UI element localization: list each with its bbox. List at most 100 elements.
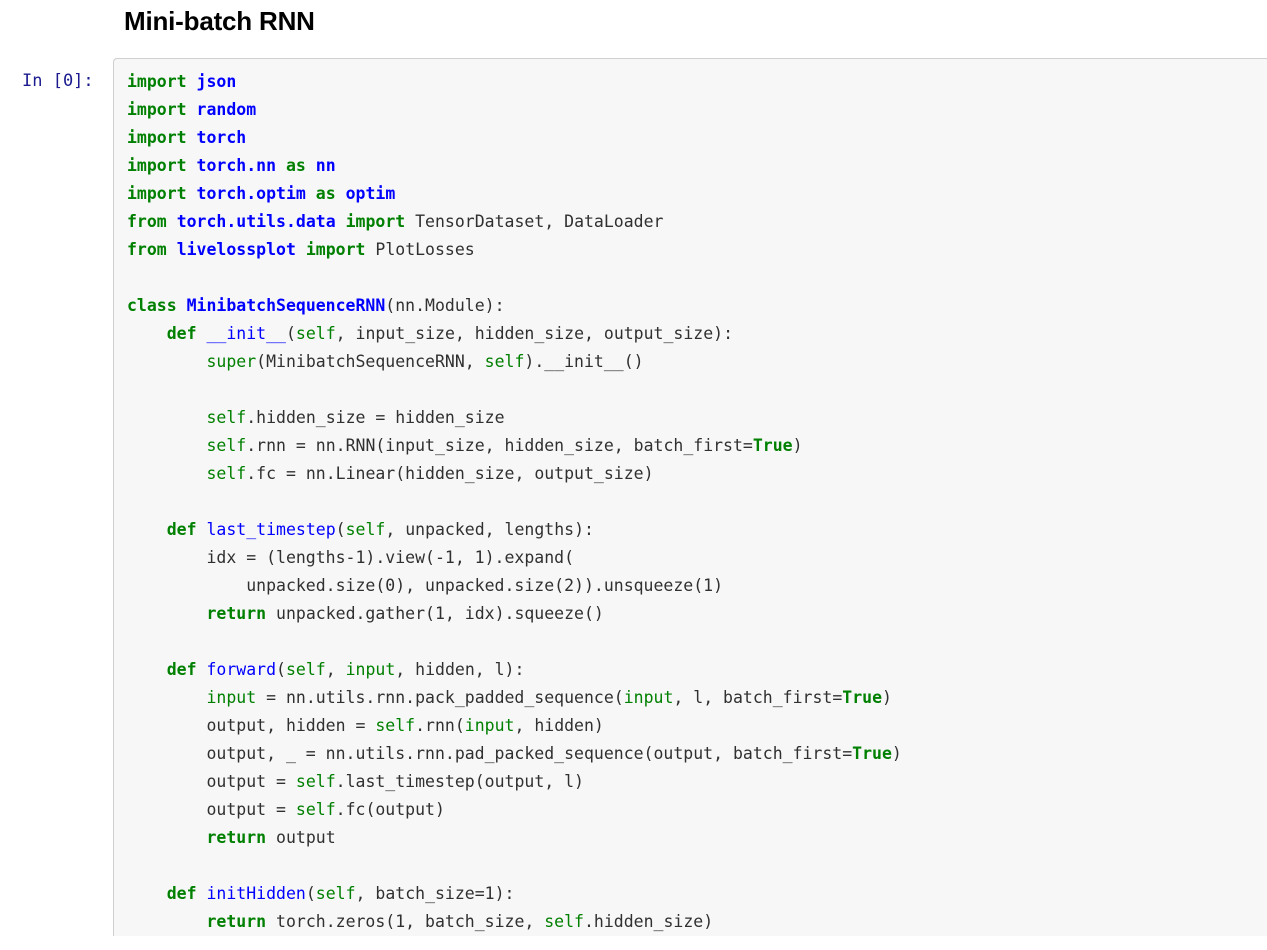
- code-token: import: [127, 184, 187, 203]
- code-editor-area[interactable]: import json import random import torch i…: [113, 58, 1267, 936]
- code-token: as: [285, 156, 306, 175]
- code-token: ): [792, 436, 803, 455]
- code-token: super: [206, 352, 257, 371]
- code-token: import: [345, 212, 406, 231]
- code-token: self: [206, 436, 247, 455]
- code-token: output, _ = nn.utils.rnn.pad_packed_sequ…: [127, 744, 853, 763]
- code-token: .hidden_size): [584, 912, 714, 931]
- code-token: import: [127, 72, 187, 91]
- code-token: unpacked.size(0), unpacked.size(2)).unsq…: [127, 576, 724, 595]
- code-token: from: [127, 240, 167, 259]
- code-token: , hidden, l):: [395, 660, 525, 679]
- code-token: (nn.Module):: [385, 296, 505, 315]
- code-token: , unpacked, lengths):: [385, 520, 594, 539]
- code-token: from: [127, 212, 167, 231]
- code-token: .hidden_size = hidden_size: [246, 408, 505, 427]
- code-token: True: [852, 744, 892, 763]
- code-token: (MinibatchSequenceRNN,: [256, 352, 485, 371]
- notebook-container: Mini-batch RNN In [0]: import json impor…: [0, 0, 1267, 950]
- code-token: self: [315, 884, 356, 903]
- code-token: output =: [127, 772, 296, 791]
- source-code[interactable]: import json import random import torch i…: [114, 68, 1267, 936]
- code-token: torch.utils.data: [176, 212, 336, 231]
- code-token: (: [276, 660, 286, 679]
- code-token: self: [345, 520, 386, 539]
- code-token: input: [345, 660, 396, 679]
- code-token: MinibatchSequenceRNN: [186, 296, 386, 315]
- code-token: self: [206, 408, 247, 427]
- code-token: return: [206, 912, 267, 931]
- code-token: True: [752, 436, 793, 455]
- code-token: PlotLosses: [365, 240, 475, 259]
- code-token: TensorDataset, DataLoader: [405, 212, 664, 231]
- code-token: (: [285, 324, 296, 343]
- code-token: optim: [345, 184, 396, 203]
- code-token: = nn.utils.rnn.pack_padded_sequence(: [256, 688, 624, 707]
- code-token: self: [484, 352, 525, 371]
- code-token: torch.optim: [196, 184, 306, 203]
- markdown-cell[interactable]: Mini-batch RNN: [0, 0, 1267, 37]
- code-token: initHidden: [206, 884, 306, 903]
- code-token: , l, batch_first=: [673, 688, 843, 707]
- code-token: return: [206, 604, 267, 623]
- code-token: idx = (lengths-1).view(-1, 1).expand(: [127, 548, 575, 567]
- code-token: output: [266, 828, 336, 847]
- code-token: import: [127, 100, 187, 119]
- code-token: import: [127, 128, 187, 147]
- code-token: def: [166, 520, 197, 539]
- code-token: ).__init__(): [524, 352, 644, 371]
- code-token: True: [842, 688, 883, 707]
- page-title: Mini-batch RNN: [124, 6, 315, 36]
- code-token: input: [464, 716, 515, 735]
- code-token: input: [206, 688, 257, 707]
- code-token: ): [891, 744, 902, 763]
- code-token: unpacked.gather(1, idx).squeeze(): [266, 604, 604, 623]
- code-token: .rnn(: [415, 716, 465, 735]
- code-token: .rnn = nn.RNN(input_size, hidden_size, b…: [246, 436, 753, 455]
- code-token: .fc(output): [335, 800, 445, 819]
- code-token: torch.nn: [196, 156, 277, 175]
- code-token: (: [335, 520, 346, 539]
- code-cell: In [0]: import json import random import…: [0, 58, 1267, 936]
- code-token: forward: [206, 660, 277, 679]
- code-token: import: [305, 240, 366, 259]
- code-token: self: [295, 324, 336, 343]
- code-token: , batch_size=1):: [355, 884, 515, 903]
- code-token: ): [882, 688, 892, 707]
- code-token: self: [295, 772, 336, 791]
- code-token: self: [375, 716, 416, 735]
- code-token: .fc = nn.Linear(hidden_size, output_size…: [246, 464, 654, 483]
- code-token: last_timestep: [206, 520, 336, 539]
- code-token: return: [206, 828, 267, 847]
- code-token: output =: [127, 800, 296, 819]
- code-token: class: [127, 296, 177, 315]
- code-token: self: [285, 660, 326, 679]
- code-token: , input_size, hidden_size, output_size):: [335, 324, 734, 343]
- code-token: nn: [315, 156, 336, 175]
- code-token: __init__: [206, 324, 286, 343]
